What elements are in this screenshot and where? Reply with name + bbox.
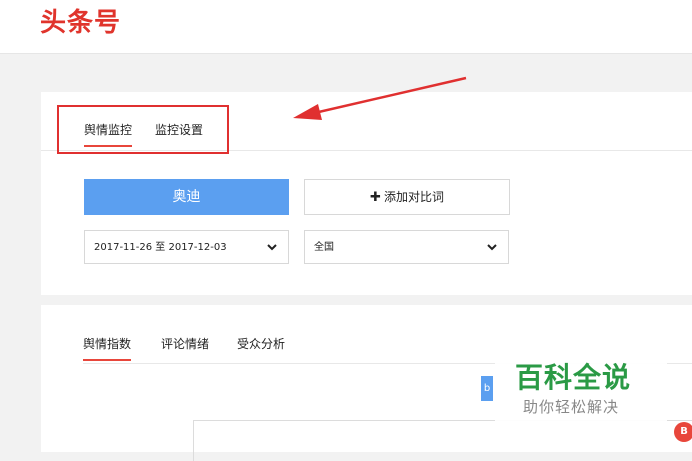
plus-icon: ✚ [370,190,381,205]
tab-sentiment-index[interactable]: 舆情指数 [83,336,132,361]
watermark: 百科全说 助你轻松解决 [495,355,667,425]
date-range-value: 2017-11-26 至 2017-12-03 [94,242,227,253]
tab-comment-emotion[interactable]: 评论情绪 [161,336,209,352]
chevron-down-icon [267,244,277,251]
tab-audience-analysis[interactable]: 受众分析 [237,336,285,352]
annotation-highlight-box [57,105,229,154]
toutiao-logo[interactable]: 头条号 [40,6,121,40]
region-value: 全国 [314,242,334,253]
date-range-select[interactable]: 2017-11-26 至 2017-12-03 [84,230,289,264]
top-header: 头条号 [0,0,692,54]
watermark-title: 百科全说 [515,361,632,394]
chevron-down-icon [487,244,497,251]
watermark-subtitle: 助你轻松解决 [523,398,620,416]
add-compare-label: 添加对比词 [383,190,444,204]
chart-toggle-button[interactable]: b [481,376,493,401]
chart-marker-b: B [674,422,692,442]
chart-area [193,420,692,461]
region-select[interactable]: 全国 [304,230,509,264]
keyword-button[interactable]: 奥迪 [84,179,289,215]
add-compare-button[interactable]: ✚ 添加对比词 [304,179,510,215]
